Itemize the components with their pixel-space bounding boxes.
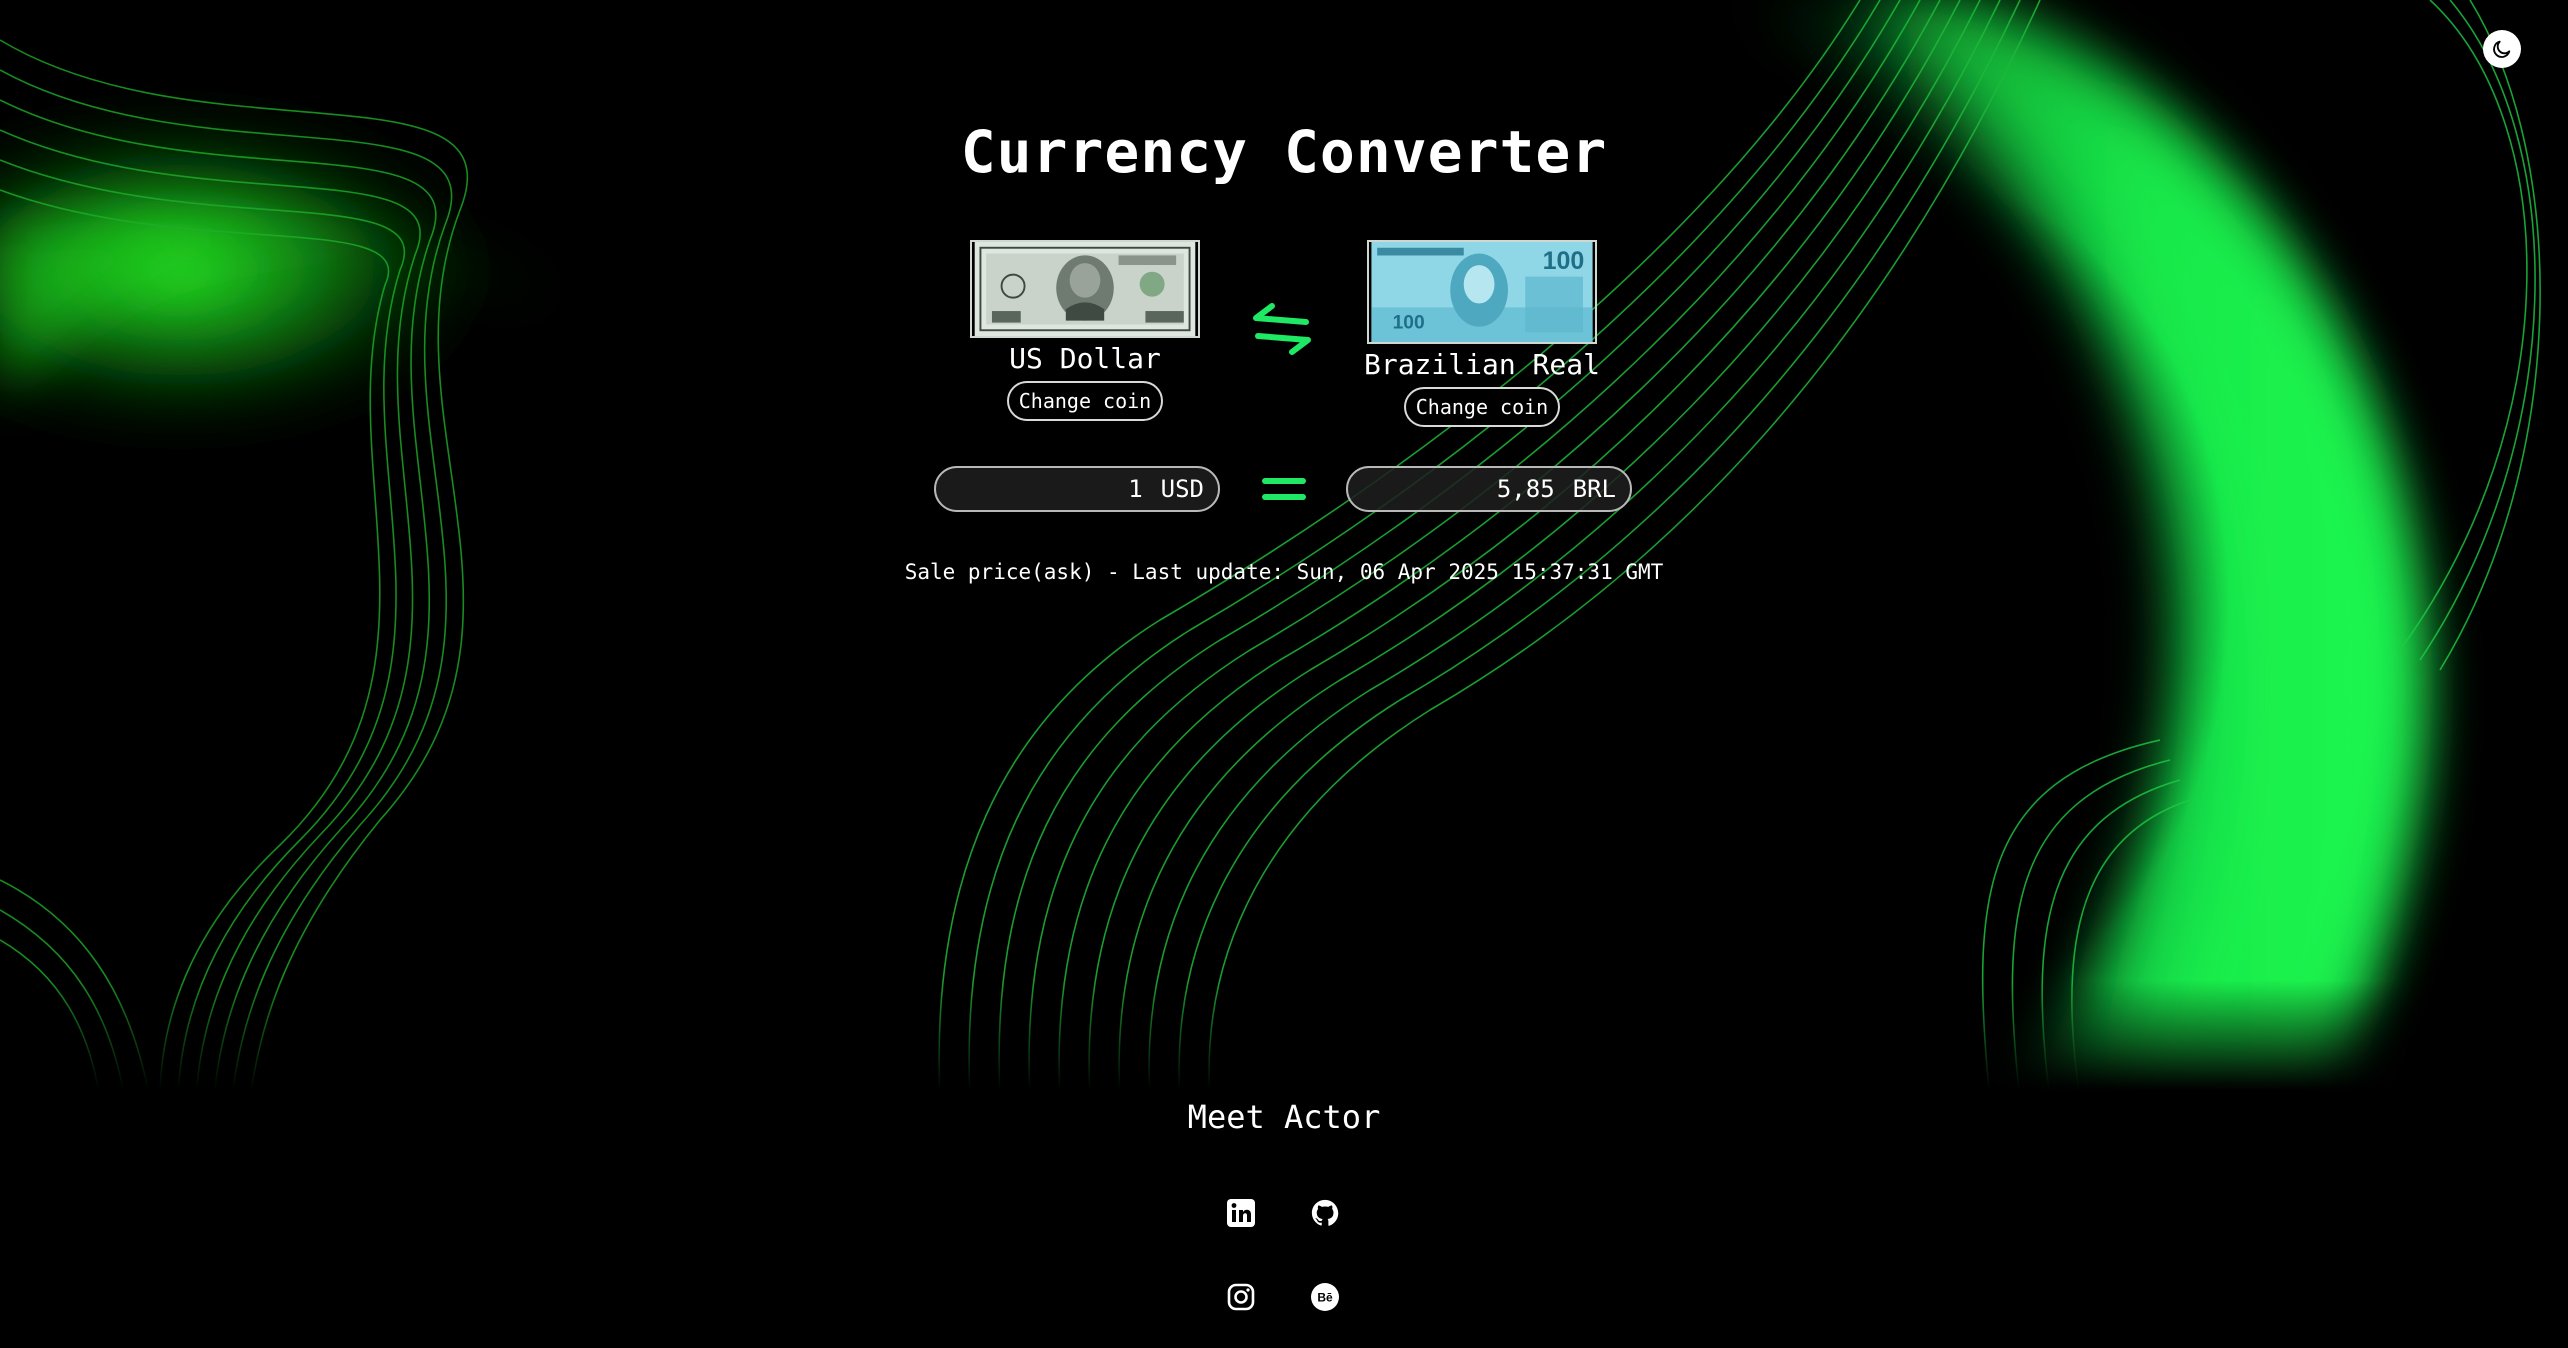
moon-icon: [2493, 40, 2511, 58]
page-title: Currency Converter: [960, 118, 1608, 186]
from-currency: US Dollar Change coin: [960, 240, 1210, 421]
behance-link[interactable]: Bē: [1308, 1280, 1342, 1314]
instagram-link[interactable]: [1224, 1280, 1258, 1314]
from-currency-name: US Dollar: [1009, 342, 1161, 375]
svg-text:Bē: Bē: [1317, 1291, 1333, 1305]
instagram-icon: [1227, 1283, 1255, 1311]
svg-text:100: 100: [1543, 247, 1585, 275]
footer-title: Meet Actor: [1187, 1098, 1381, 1136]
to-currency-code: BRL: [1572, 475, 1616, 503]
github-link[interactable]: [1308, 1196, 1342, 1230]
brazilian-real-bill-image: 100 100: [1367, 240, 1597, 344]
to-amount-input[interactable]: 5,85 BRL: [1346, 466, 1632, 512]
from-amount-input[interactable]: 1 USD: [934, 466, 1220, 512]
linkedin-link[interactable]: [1224, 1196, 1258, 1230]
us-dollar-bill-image: [970, 240, 1200, 338]
from-change-coin-button[interactable]: Change coin: [1006, 381, 1164, 421]
to-currency: 100 100 Brazilian Real Change coin: [1355, 240, 1609, 427]
linkedin-icon: [1227, 1199, 1255, 1227]
svg-text:100: 100: [1393, 313, 1425, 334]
swap-arrows-icon[interactable]: [1248, 302, 1316, 356]
to-amount-value: 5,85: [1496, 475, 1555, 503]
behance-icon: Bē: [1311, 1283, 1339, 1311]
page: Currency Converter US Dollar Change coin: [0, 0, 2568, 1348]
github-icon: [1311, 1199, 1339, 1226]
from-amount-value: 1: [1128, 475, 1143, 503]
to-currency-name: Brazilian Real: [1363, 348, 1600, 381]
last-update-text: Sale price(ask) - Last update: Sun, 06 A…: [904, 560, 1664, 584]
from-currency-code: USD: [1160, 475, 1204, 503]
to-change-coin-button[interactable]: Change coin: [1403, 387, 1561, 427]
equals-icon: [1262, 478, 1306, 500]
background-fade: [0, 980, 2568, 1110]
theme-toggle-button[interactable]: [2483, 30, 2521, 68]
